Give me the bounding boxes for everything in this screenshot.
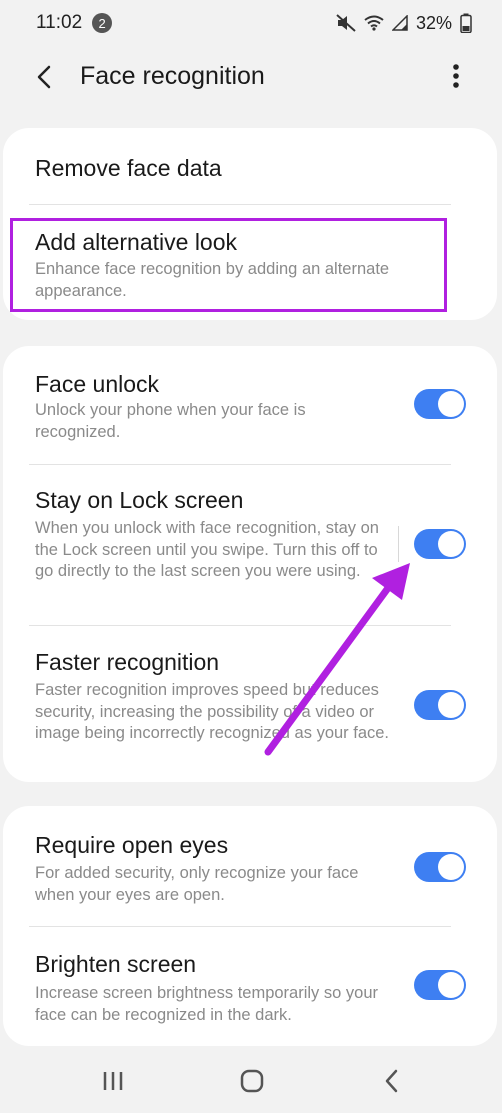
- toggle-knob: [438, 391, 464, 417]
- stay-on-lock-screen-title: Stay on Lock screen: [35, 487, 244, 513]
- brighten-screen-subtitle: Increase screen brightness temporarily s…: [35, 984, 378, 1024]
- app-bar: Face recognition: [0, 46, 502, 108]
- nav-back-button[interactable]: [375, 1064, 409, 1098]
- wifi-icon: [364, 15, 384, 31]
- faster-recognition-toggle[interactable]: [414, 690, 466, 720]
- home-icon: [240, 1069, 264, 1093]
- toggle-knob: [438, 854, 464, 880]
- recents-icon: [103, 1072, 123, 1090]
- stay-on-lock-screen-toggle[interactable]: [414, 529, 466, 559]
- back-button[interactable]: [30, 62, 60, 92]
- faster-recognition-title: Faster recognition: [35, 649, 220, 675]
- security-options-card: Require open eyes For added security, on…: [3, 806, 497, 1046]
- status-icons: 32%: [336, 13, 472, 34]
- stay-on-lock-screen-subtitle: When you unlock with face recognition, s…: [35, 519, 379, 580]
- recents-button[interactable]: [96, 1064, 130, 1098]
- toggle-knob: [438, 692, 464, 718]
- unlock-settings-card: Face unlock Unlock your phone when your …: [3, 346, 497, 782]
- brighten-screen-toggle[interactable]: [414, 970, 466, 1000]
- status-bar: 11:02 2 32%: [0, 0, 502, 46]
- vertical-separator: [398, 526, 399, 562]
- page-title: Face recognition: [80, 62, 265, 90]
- require-open-eyes-toggle[interactable]: [414, 852, 466, 882]
- add-alternative-look-title: Add alternative look: [35, 229, 238, 255]
- face-unlock-title: Face unlock: [35, 371, 160, 397]
- more-vertical-icon: [453, 64, 459, 88]
- navigation-bar: [0, 1048, 502, 1113]
- require-open-eyes-subtitle: For added security, only recognize your …: [35, 864, 359, 904]
- face-data-card: Remove face data Add alternative look En…: [3, 128, 497, 320]
- mute-icon: [336, 14, 356, 32]
- remove-face-data-title: Remove face data: [35, 155, 222, 181]
- signal-icon: [391, 15, 408, 31]
- brighten-screen-title: Brighten screen: [35, 951, 197, 977]
- require-open-eyes-title: Require open eyes: [35, 832, 229, 858]
- toggle-knob: [438, 972, 464, 998]
- battery-icon: [460, 13, 472, 33]
- toggle-knob: [438, 531, 464, 557]
- add-alternative-look-item[interactable]: Add alternative look Enhance face recogn…: [3, 205, 497, 320]
- remove-face-data-item[interactable]: Remove face data: [3, 128, 497, 204]
- status-time: 11:02: [36, 12, 83, 33]
- face-unlock-subtitle: Unlock your phone when your face is reco…: [35, 401, 306, 441]
- battery-percentage: 32%: [415, 12, 452, 33]
- add-alternative-look-subtitle: Enhance face recognition by adding an al…: [35, 260, 390, 300]
- chevron-left-icon: [37, 65, 51, 89]
- more-options-button[interactable]: [444, 60, 468, 92]
- back-icon: [385, 1069, 398, 1093]
- notification-count-badge: 2: [92, 13, 113, 33]
- faster-recognition-subtitle: Faster recognition improves speed but re…: [35, 681, 390, 742]
- home-button[interactable]: [235, 1064, 269, 1098]
- face-unlock-toggle[interactable]: [414, 389, 466, 419]
